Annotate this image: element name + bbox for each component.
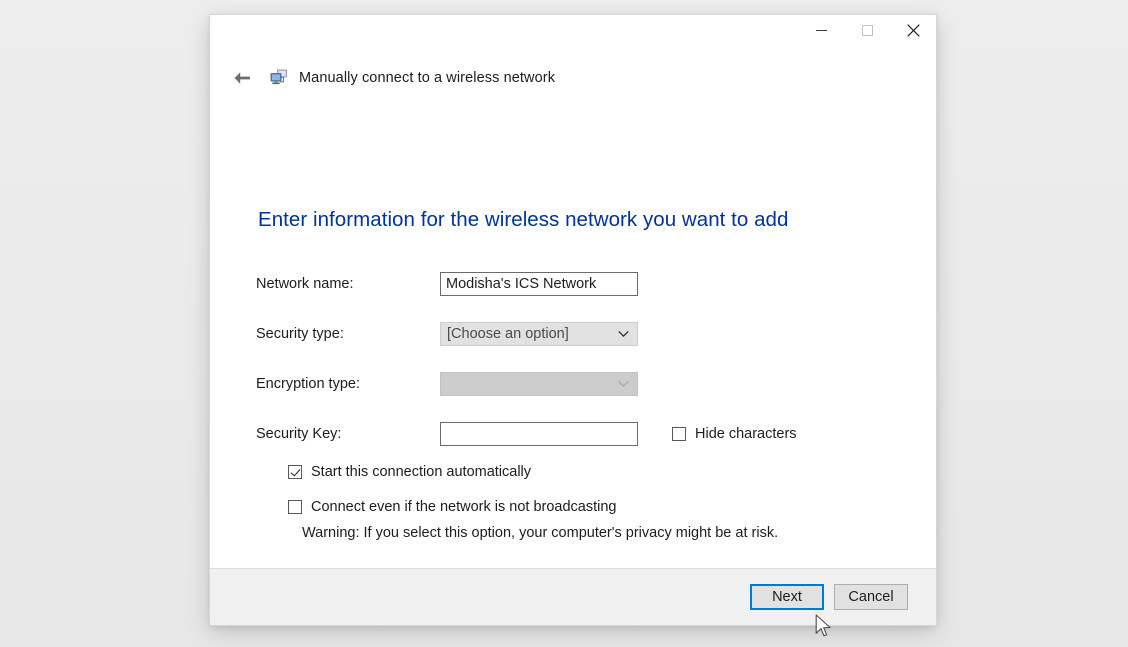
back-button[interactable]: [226, 62, 258, 94]
connect-not-broadcasting-label: Connect even if the network is not broad…: [311, 499, 617, 515]
hide-characters-label: Hide characters: [695, 426, 797, 442]
security-type-label: Security type:: [256, 326, 344, 342]
title-bar: [210, 15, 936, 57]
hide-characters-checkbox[interactable]: [672, 427, 686, 441]
security-type-value: [Choose an option]: [447, 326, 569, 342]
privacy-warning-text: Warning: If you select this option, your…: [302, 525, 779, 541]
network-name-label: Network name:: [256, 276, 354, 292]
chevron-down-icon: [618, 380, 629, 388]
manually-connect-dialog: Manually connect to a wireless network E…: [210, 15, 936, 625]
security-key-input[interactable]: [440, 422, 638, 446]
network-name-input[interactable]: [440, 272, 638, 296]
close-button[interactable]: [890, 15, 936, 45]
next-button[interactable]: Next: [750, 584, 824, 610]
back-arrow-icon: [234, 72, 250, 84]
hide-characters-row[interactable]: Hide characters: [672, 421, 797, 447]
page-heading: Enter information for the wireless netwo…: [258, 208, 789, 231]
connect-not-broadcasting-row[interactable]: Connect even if the network is not broad…: [288, 499, 616, 515]
dialog-title: Manually connect to a wireless network: [299, 70, 556, 86]
connect-not-broadcasting-checkbox[interactable]: [288, 500, 302, 514]
dialog-footer: Next Cancel: [210, 568, 936, 625]
chevron-down-icon: [618, 330, 629, 338]
field-row-encryption-type: Encryption type:: [256, 371, 896, 397]
encryption-type-label: Encryption type:: [256, 376, 360, 392]
field-row-security-type: Security type: [Choose an option]: [256, 321, 896, 347]
security-type-dropdown[interactable]: [Choose an option]: [440, 322, 638, 346]
security-key-label: Security Key:: [256, 426, 342, 442]
start-automatically-checkbox[interactable]: [288, 465, 302, 479]
minimize-button[interactable]: [798, 15, 844, 45]
field-row-network-name: Network name:: [256, 271, 896, 297]
maximize-button[interactable]: [844, 15, 890, 45]
wireless-network-icon: [270, 69, 288, 87]
cancel-button[interactable]: Cancel: [834, 584, 908, 610]
dialog-body: Enter information for the wireless netwo…: [210, 99, 936, 568]
start-automatically-row[interactable]: Start this connection automatically: [288, 464, 531, 480]
dialog-header: Manually connect to a wireless network: [210, 57, 936, 99]
encryption-type-dropdown[interactable]: [440, 372, 638, 396]
start-automatically-label: Start this connection automatically: [311, 464, 532, 480]
field-row-security-key: Security Key: Hide characters: [256, 421, 896, 447]
